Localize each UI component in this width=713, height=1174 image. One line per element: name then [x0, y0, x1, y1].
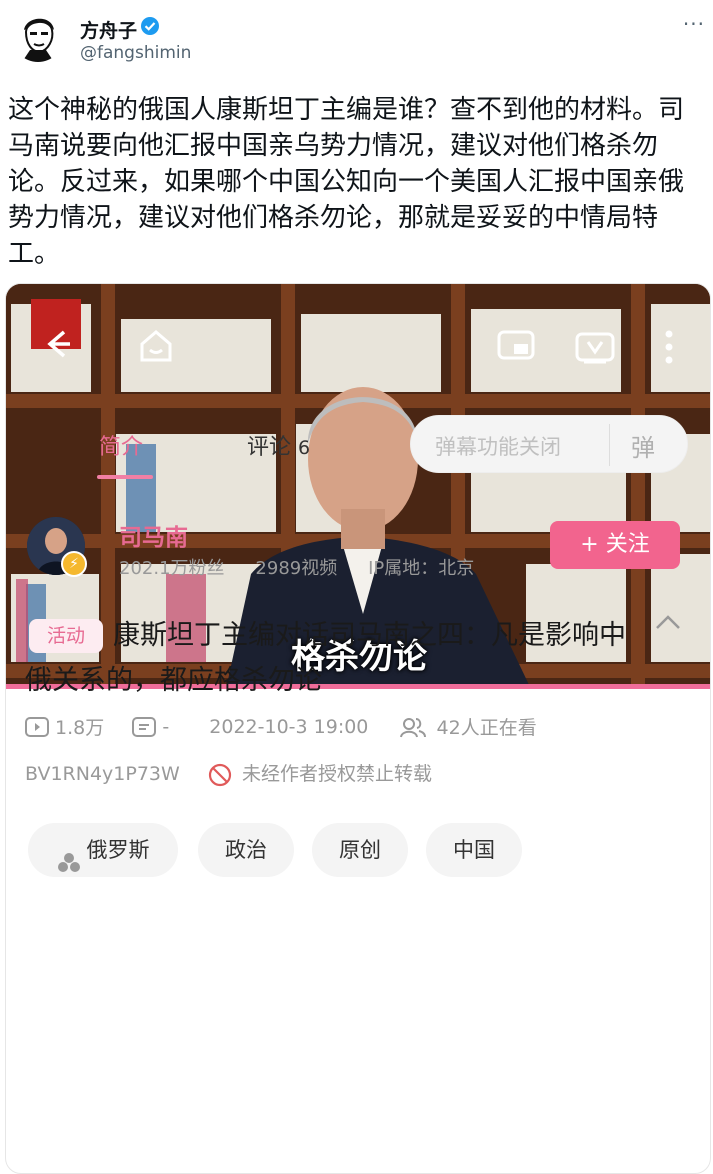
- tab-intro[interactable]: 简介: [99, 429, 143, 461]
- tag-pill[interactable]: 中国: [426, 823, 522, 877]
- lightning-badge-icon: ⚡: [61, 551, 87, 577]
- tag-label: 政治: [225, 838, 267, 862]
- bvid-row: BV1RN4y1P73W 未经作者授权禁止转载: [25, 759, 432, 787]
- watching-icon: [400, 716, 427, 738]
- tag-label: 原创: [339, 838, 381, 862]
- back-arrow-icon[interactable]: [40, 326, 76, 371]
- repost-notice: 未经作者授权禁止转载: [241, 763, 432, 785]
- video-meta: 1.8万 - 2022-10-3 19:00 42人正在看: [25, 713, 537, 740]
- verified-badge-icon: [140, 16, 160, 36]
- ip-location: IP属地：北京: [368, 558, 475, 579]
- user-handle[interactable]: @fangshimin: [80, 43, 191, 63]
- tag-label: 中国: [453, 838, 495, 862]
- chevron-up-icon[interactable]: [654, 609, 682, 637]
- video-count: 2989视频: [255, 558, 338, 579]
- watching-count: 42人正在看: [436, 717, 537, 739]
- divider: [609, 424, 610, 466]
- video-title: 康斯坦丁主编对话司马南之四：凡是影响中俄关系的，都应格杀勿论: [25, 620, 626, 696]
- tweet-header: 方舟子 @fangshimin ···: [0, 0, 713, 90]
- uploader-stats: 202.1万粉丝 2989视频 IP属地：北京: [119, 554, 474, 580]
- danmaku-count-icon: [132, 716, 157, 737]
- danmaku-toggle[interactable]: 弹幕功能关闭 弹: [410, 415, 688, 473]
- danmaku-off-icon[interactable]: 弹: [631, 428, 655, 463]
- bvid[interactable]: BV1RN4y1P73W: [25, 763, 180, 785]
- tab-intro-underline: [97, 475, 153, 479]
- no-repost-icon: [208, 763, 232, 787]
- tag-pill[interactable]: 俄罗斯: [28, 823, 178, 877]
- follower-count: 202.1万粉丝: [119, 558, 225, 579]
- more-icon[interactable]: ···: [683, 12, 705, 36]
- home-icon[interactable]: [136, 326, 176, 375]
- activity-tag[interactable]: 活动: [29, 619, 103, 653]
- tag-label: 俄罗斯: [86, 838, 150, 862]
- more-vertical-icon[interactable]: [662, 328, 676, 375]
- tweet-media[interactable]: 格杀勿论 简介 评论 6 弹幕功能关闭 弹 ⚡ 司马南 202.1万粉丝 298…: [5, 283, 711, 1174]
- tv-icon[interactable]: [574, 328, 616, 375]
- tab-comments-label: 评论: [247, 435, 292, 460]
- follow-button[interactable]: + 关注: [550, 521, 680, 569]
- tab-comments[interactable]: 评论 6: [247, 429, 310, 461]
- user-avatar[interactable]: [12, 10, 64, 62]
- tag-pill[interactable]: 原创: [312, 823, 408, 877]
- uploader-name[interactable]: 司马南: [119, 518, 188, 552]
- comments-count: 6: [298, 437, 311, 459]
- danmaku-input-placeholder[interactable]: 弹幕功能关闭: [435, 431, 561, 461]
- tag-pill[interactable]: 政治: [198, 823, 294, 877]
- display-name[interactable]: 方舟子: [80, 16, 137, 43]
- cluster-icon: [57, 840, 81, 872]
- publish-datetime: 2022-10-3 19:00: [209, 715, 369, 738]
- tweet-text: 这个神秘的俄国人康斯坦丁主编是谁？查不到他的材料。司马南说要向他汇报中国亲乌势力…: [8, 95, 685, 269]
- cast-icon[interactable]: [496, 328, 536, 373]
- view-count: 1.8万: [55, 717, 105, 739]
- danmaku-count: -: [162, 715, 170, 738]
- play-count-icon: [25, 716, 49, 737]
